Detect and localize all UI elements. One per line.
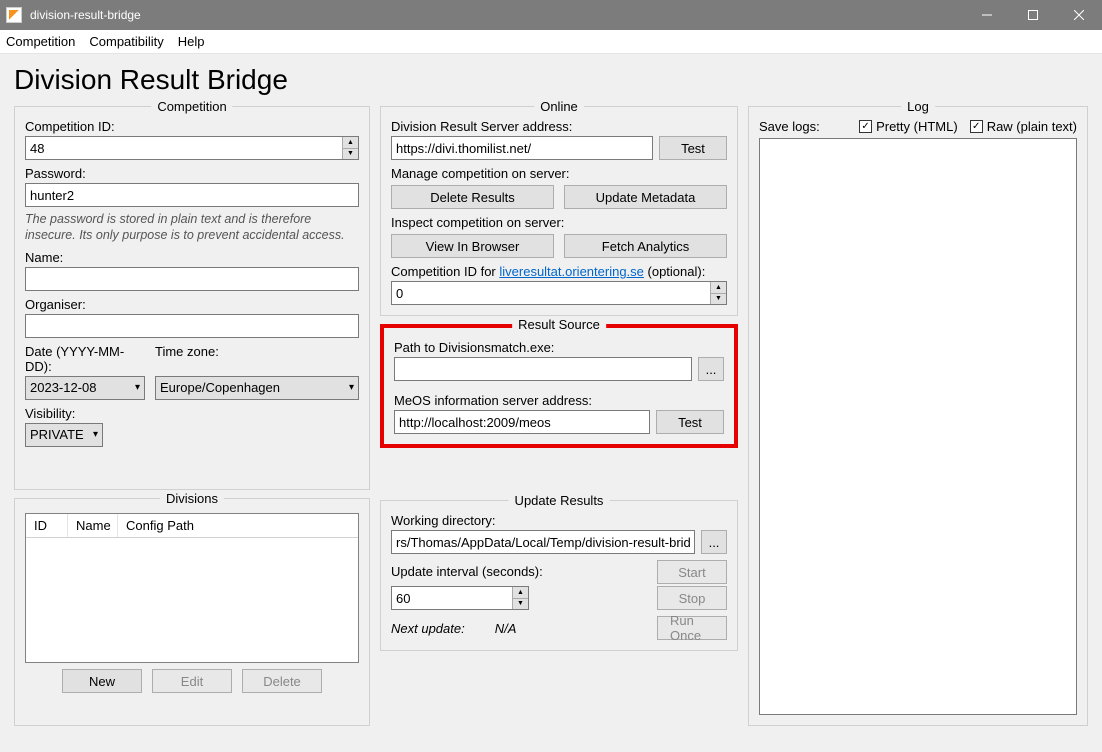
pretty-label: Pretty (HTML): [876, 119, 958, 134]
timezone-label: Time zone:: [155, 344, 359, 359]
divisionsmatch-path-label: Path to Divisionsmatch.exe:: [394, 340, 724, 355]
competition-group-title: Competition: [151, 99, 232, 114]
visibility-label: Visibility:: [25, 406, 359, 421]
browse-path-button[interactable]: ...: [698, 357, 724, 381]
delete-button[interactable]: Delete: [242, 669, 322, 693]
run-once-button[interactable]: Run Once: [657, 616, 727, 640]
password-input[interactable]: [25, 183, 359, 207]
browse-workdir-button[interactable]: ...: [701, 530, 727, 554]
col-name[interactable]: Name: [68, 514, 118, 537]
update-results-group: Update Results Working directory: ... Up…: [380, 500, 738, 651]
liveresultat-spinner[interactable]: ▲▼: [710, 282, 726, 304]
password-hint: The password is stored in plain text and…: [25, 211, 359, 244]
menubar: Competition Compatibility Help: [0, 30, 1102, 54]
stop-button[interactable]: Stop: [657, 586, 727, 610]
col-id[interactable]: ID: [26, 514, 68, 537]
close-button[interactable]: [1056, 0, 1102, 30]
workdir-input[interactable]: [391, 530, 695, 554]
online-group: Online Division Result Server address: T…: [380, 106, 738, 316]
visibility-select[interactable]: PRIVATE ▾: [25, 423, 103, 447]
result-source-group-title: Result Source: [512, 317, 606, 332]
meos-input[interactable]: [394, 410, 650, 434]
divisions-group-title: Divisions: [160, 491, 224, 506]
menu-compatibility[interactable]: Compatibility: [89, 34, 163, 49]
divisionsmatch-path-input[interactable]: [394, 357, 692, 381]
liveresultat-label: Competition ID for liveresultat.orienter…: [391, 264, 727, 279]
meos-label: MeOS information server address:: [394, 393, 724, 408]
competition-id-input[interactable]: [25, 136, 359, 160]
chevron-down-icon: ▾: [135, 382, 140, 393]
app-icon: [6, 7, 22, 23]
menu-competition[interactable]: Competition: [6, 34, 75, 49]
update-results-group-title: Update Results: [509, 493, 610, 508]
organiser-label: Organiser:: [25, 297, 359, 312]
maximize-button[interactable]: [1010, 0, 1056, 30]
timezone-select[interactable]: Europe/Copenhagen ▾: [155, 376, 359, 400]
competition-id-label: Competition ID:: [25, 119, 359, 134]
save-logs-label: Save logs:: [759, 119, 847, 134]
competition-group: Competition Competition ID: ▲▼ Password:…: [14, 106, 370, 490]
organiser-input[interactable]: [25, 314, 359, 338]
date-select[interactable]: 2023-12-08 ▾: [25, 376, 145, 400]
timezone-value: Europe/Copenhagen: [160, 380, 280, 395]
divisions-table[interactable]: ID Name Config Path: [25, 513, 359, 663]
server-input[interactable]: [391, 136, 653, 160]
interval-spinner[interactable]: ▲▼: [512, 587, 528, 609]
view-browser-button[interactable]: View In Browser: [391, 234, 554, 258]
date-label: Date (YYYY-MM-DD):: [25, 344, 145, 374]
log-group: Log Save logs: ✓ Pretty (HTML) ✓ Raw (pl…: [748, 106, 1088, 726]
delete-results-button[interactable]: Delete Results: [391, 185, 554, 209]
checkmark-icon: ✓: [970, 120, 983, 133]
liveresultat-link[interactable]: liveresultat.orientering.se: [499, 264, 644, 279]
fetch-analytics-button[interactable]: Fetch Analytics: [564, 234, 727, 258]
page-title: Division Result Bridge: [14, 64, 1088, 96]
visibility-value: PRIVATE: [30, 427, 84, 442]
raw-label: Raw (plain text): [987, 119, 1077, 134]
liveresultat-input[interactable]: [391, 281, 727, 305]
inspect-label: Inspect competition on server:: [391, 215, 727, 230]
menu-help[interactable]: Help: [178, 34, 205, 49]
interval-input[interactable]: [391, 586, 529, 610]
chevron-down-icon: ▾: [349, 382, 354, 393]
workdir-label: Working directory:: [391, 513, 727, 528]
window-title: division-result-bridge: [30, 8, 964, 22]
checkmark-icon: ✓: [859, 120, 872, 133]
server-label: Division Result Server address:: [391, 119, 727, 134]
minimize-button[interactable]: [964, 0, 1010, 30]
name-label: Name:: [25, 250, 359, 265]
col-config[interactable]: Config Path: [118, 514, 358, 537]
interval-label: Update interval (seconds):: [391, 564, 647, 579]
result-source-group: Result Source Path to Divisionsmatch.exe…: [380, 324, 738, 448]
manage-label: Manage competition on server:: [391, 166, 727, 181]
update-metadata-button[interactable]: Update Metadata: [564, 185, 727, 209]
log-group-title: Log: [901, 99, 935, 114]
next-update-label: Next update:: [391, 621, 465, 636]
date-value: 2023-12-08: [30, 380, 97, 395]
pretty-checkbox[interactable]: ✓ Pretty (HTML): [859, 119, 958, 134]
edit-button[interactable]: Edit: [152, 669, 232, 693]
log-textarea[interactable]: [759, 138, 1077, 715]
start-button[interactable]: Start: [657, 560, 727, 584]
test-server-button[interactable]: Test: [659, 136, 727, 160]
password-label: Password:: [25, 166, 359, 181]
new-button[interactable]: New: [62, 669, 142, 693]
titlebar: division-result-bridge: [0, 0, 1102, 30]
test-meos-button[interactable]: Test: [656, 410, 724, 434]
divisions-group: Divisions ID Name Config Path New Edit D…: [14, 498, 370, 726]
chevron-down-icon: ▾: [93, 429, 98, 440]
name-input[interactable]: [25, 267, 359, 291]
next-update-value: N/A: [495, 621, 517, 636]
competition-id-spinner[interactable]: ▲▼: [342, 137, 358, 159]
raw-checkbox[interactable]: ✓ Raw (plain text): [970, 119, 1077, 134]
online-group-title: Online: [534, 99, 584, 114]
